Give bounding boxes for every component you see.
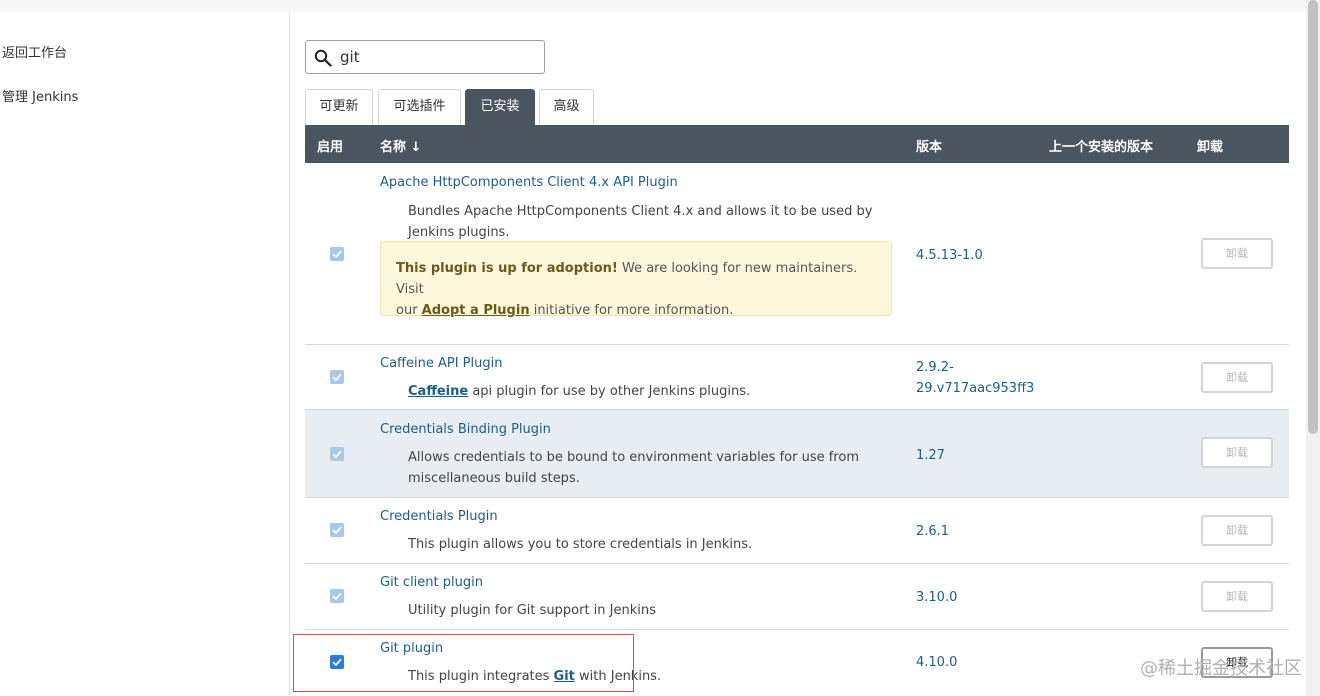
uninstall-button[interactable]: 卸载 xyxy=(1201,362,1273,393)
check-icon xyxy=(332,526,342,535)
plugin-description: This plugin allows you to store credenti… xyxy=(408,537,753,552)
tab-available[interactable]: 可选插件 xyxy=(378,89,461,125)
plugin-name-link[interactable]: Caffeine API Plugin xyxy=(380,356,502,371)
adoption-text: our xyxy=(396,303,422,318)
plugin-description: Allows credentials to be bound to enviro… xyxy=(408,447,859,489)
enable-checkbox[interactable] xyxy=(330,370,344,384)
header-uninstall[interactable]: 卸载 xyxy=(1197,136,1223,155)
adoption-text: initiative for more information. xyxy=(529,303,734,318)
check-icon xyxy=(332,373,342,382)
plugin-version-link[interactable]: 2.6.1 xyxy=(916,521,949,542)
plugin-version-link[interactable]: 4.5.13-1.0 xyxy=(916,245,983,266)
scrollbar-thumb[interactable] xyxy=(1308,0,1318,434)
sidebar: 返回工作台 管理 Jenkins xyxy=(0,12,290,696)
top-strip xyxy=(0,0,1306,12)
plugin-manager: 可更新 可选插件 已安装 高级 启用 名称 ↓ 版本 上一个安装的版本 卸载 A… xyxy=(290,12,1306,696)
plugin-description-line: Allows credentials to be bound to enviro… xyxy=(408,450,859,465)
search-icon xyxy=(314,49,332,67)
plugin-version-link[interactable]: 4.10.0 xyxy=(916,652,957,673)
header-previous-version[interactable]: 上一个安装的版本 xyxy=(1049,136,1153,155)
caffeine-link[interactable]: Caffeine xyxy=(408,384,468,399)
uninstall-button[interactable]: 卸载 xyxy=(1201,581,1273,612)
adoption-notice: This plugin is up for adoption! We are l… xyxy=(380,241,892,318)
header-enabled[interactable]: 启用 xyxy=(317,136,343,155)
header-version[interactable]: 版本 xyxy=(916,136,942,155)
tab-updates[interactable]: 可更新 xyxy=(305,89,373,125)
version-line: 29.v717aac953ff3 xyxy=(916,381,1035,396)
plugin-name-link[interactable]: Credentials Plugin xyxy=(380,509,498,524)
table-row: Git client plugin Utility plugin for Git… xyxy=(305,564,1289,630)
plugin-description-text: api plugin for use by other Jenkins plug… xyxy=(468,384,751,399)
plugin-description-line: Bundles Apache HttpComponents Client 4.x… xyxy=(408,204,873,219)
plugin-name-link[interactable]: Credentials Binding Plugin xyxy=(380,422,551,437)
enable-checkbox[interactable] xyxy=(330,523,344,537)
header-name[interactable]: 名称 ↓ xyxy=(380,136,421,155)
enable-checkbox[interactable] xyxy=(330,589,344,603)
uninstall-button[interactable]: 卸载 xyxy=(1201,437,1273,468)
table-row: Apache HttpComponents Client 4.x API Plu… xyxy=(305,163,1289,345)
tab-advanced[interactable]: 高级 xyxy=(539,89,594,125)
tab-installed[interactable]: 已安装 xyxy=(465,89,535,125)
watermark: @稀土掘金技术社区 xyxy=(1140,658,1302,679)
adoption-title: This plugin is up for adoption! xyxy=(396,261,618,276)
enable-checkbox[interactable] xyxy=(330,447,344,461)
plugin-version-link[interactable]: 2.9.2- 29.v717aac953ff3 xyxy=(916,357,1034,399)
plugin-name-link[interactable]: Apache HttpComponents Client 4.x API Plu… xyxy=(380,175,678,190)
table-row: Credentials Plugin This plugin allows yo… xyxy=(305,498,1289,564)
check-icon xyxy=(332,450,342,459)
search-box[interactable] xyxy=(305,40,545,74)
version-line: 2.9.2- xyxy=(916,360,954,375)
plugin-name-link[interactable]: Git client plugin xyxy=(380,575,483,590)
uninstall-button[interactable]: 卸载 xyxy=(1201,238,1273,269)
table-row: Caffeine API Plugin Caffeine api plugin … xyxy=(305,345,1289,410)
check-icon xyxy=(332,592,342,601)
plugin-description-line: miscellaneous build steps. xyxy=(408,471,580,486)
table-row: Credentials Binding Plugin Allows creden… xyxy=(305,410,1289,498)
plugin-version-link[interactable]: 3.10.0 xyxy=(916,587,957,608)
check-icon xyxy=(332,250,342,259)
adopt-a-plugin-link[interactable]: Adopt a Plugin xyxy=(422,303,530,318)
plugin-description: Utility plugin for Git support in Jenkin… xyxy=(408,603,656,618)
uninstall-button[interactable]: 卸载 xyxy=(1201,515,1273,546)
plugin-version-link[interactable]: 1.27 xyxy=(916,445,945,466)
sidebar-item-manage-jenkins[interactable]: 管理 Jenkins xyxy=(2,86,78,105)
plugin-description: Bundles Apache HttpComponents Client 4.x… xyxy=(408,201,872,243)
scrollbar[interactable] xyxy=(1306,0,1320,696)
sidebar-item-back-to-dashboard[interactable]: 返回工作台 xyxy=(2,42,67,61)
table-header: 启用 名称 ↓ 版本 上一个安装的版本 卸载 xyxy=(305,125,1289,163)
search-input[interactable] xyxy=(340,45,536,69)
plugin-description: Caffeine api plugin for use by other Jen… xyxy=(408,381,750,402)
highlight-box xyxy=(293,634,634,692)
plugin-description-line: Jenkins plugins. xyxy=(408,225,510,240)
enable-checkbox[interactable] xyxy=(330,247,344,261)
